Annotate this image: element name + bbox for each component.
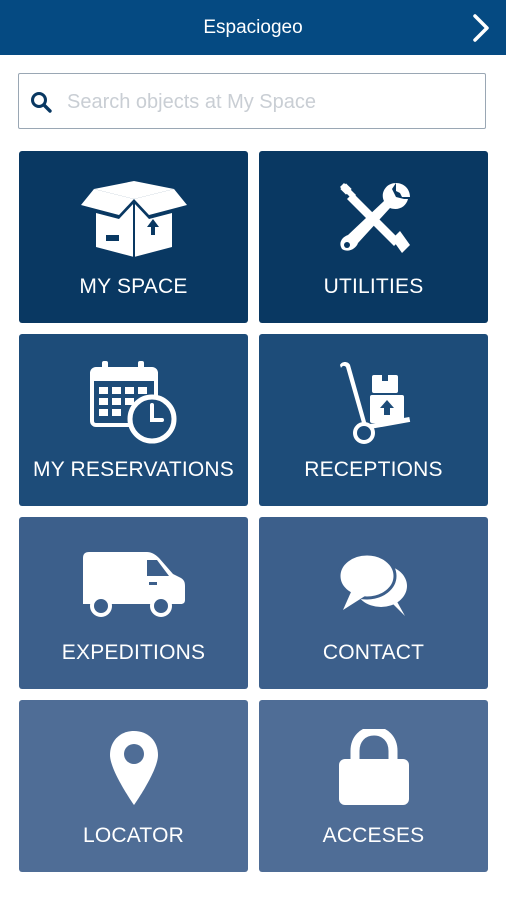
tile-label: CONTACT: [322, 641, 425, 664]
tile-label: LOCATOR: [83, 824, 184, 847]
tile-label: MY RESERVATIONS: [33, 458, 234, 481]
app-title: Espaciogeo: [203, 17, 303, 38]
tile-utilities[interactable]: UTILITIES: [259, 151, 488, 323]
search-bar: [18, 73, 486, 129]
app-header: Espaciogeo: [0, 0, 506, 55]
lock-icon: [259, 722, 488, 814]
tools-icon: [259, 173, 488, 265]
van-icon: [19, 539, 248, 631]
tile-my-space[interactable]: MY SPACE: [19, 151, 248, 323]
box-icon: [19, 173, 248, 265]
tile-expeditions[interactable]: EXPEDITIONS: [19, 517, 248, 689]
chevron-right-icon[interactable]: [466, 12, 496, 44]
tile-contact[interactable]: CONTACT: [259, 517, 488, 689]
tile-label: RECEPTIONS: [304, 458, 443, 481]
tile-acceses[interactable]: ACCESES: [259, 700, 488, 872]
search-input[interactable]: [65, 82, 479, 122]
tile-label: MY SPACE: [79, 275, 188, 298]
calendar-clock-icon: [19, 356, 248, 448]
map-pin-icon: [19, 722, 248, 814]
search-icon[interactable]: [29, 90, 53, 114]
tile-receptions[interactable]: RECEPTIONS: [259, 334, 488, 506]
tile-label: ACCESES: [322, 824, 425, 847]
hand-truck-icon: [259, 356, 488, 448]
tile-locator[interactable]: LOCATOR: [19, 700, 248, 872]
tile-label: UTILITIES: [323, 275, 424, 298]
chat-bubbles-icon: [259, 539, 488, 631]
tile-my-reservations[interactable]: MY RESERVATIONS: [19, 334, 248, 506]
tile-label: EXPEDITIONS: [61, 641, 206, 664]
